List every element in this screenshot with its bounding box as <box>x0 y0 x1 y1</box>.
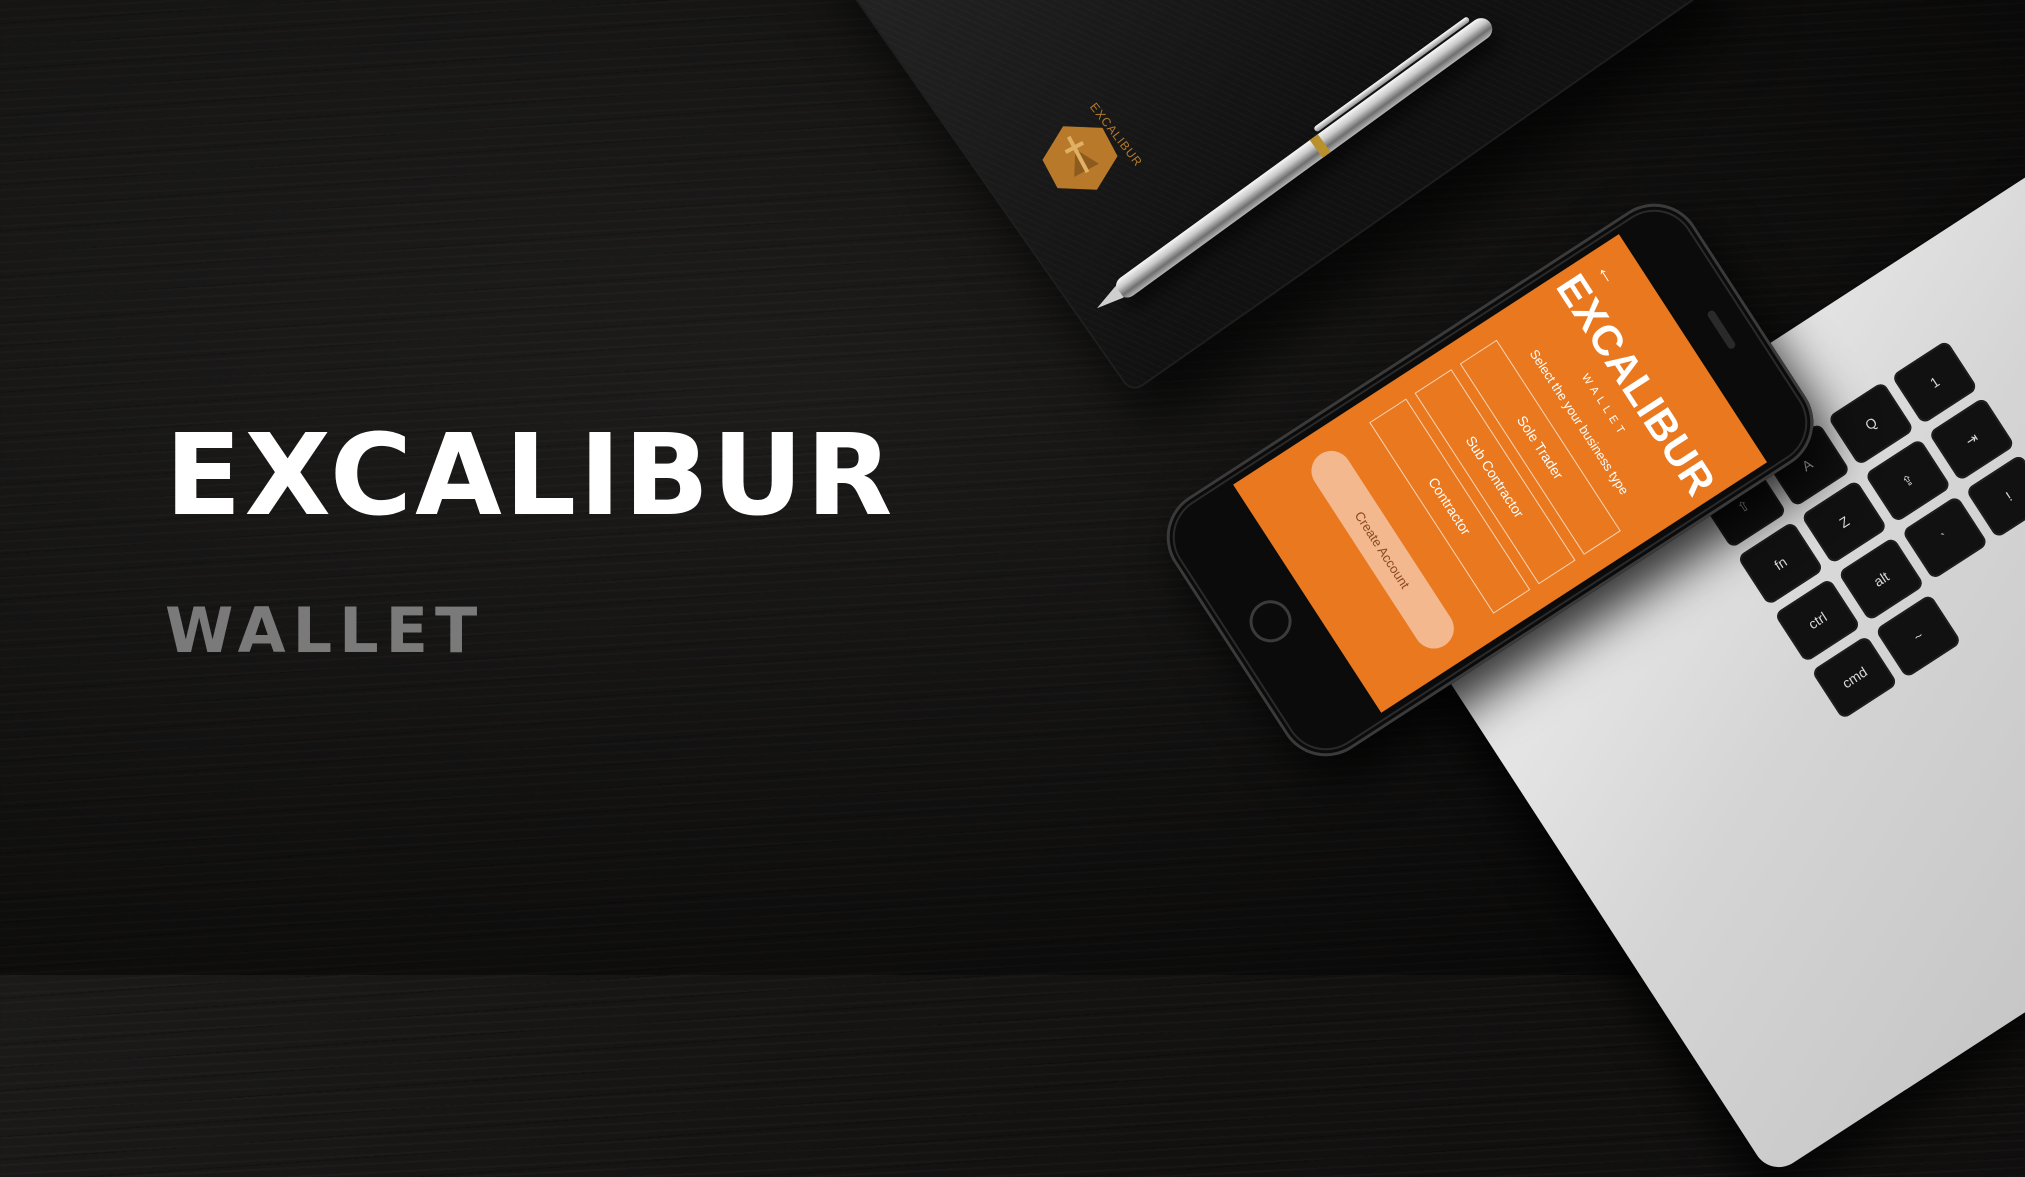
home-button[interactable] <box>1241 592 1300 651</box>
earpiece-speaker <box>1706 309 1737 351</box>
hero-title: EXCALIBUR <box>165 411 896 541</box>
hero-subtitle: WALLET <box>165 594 485 667</box>
